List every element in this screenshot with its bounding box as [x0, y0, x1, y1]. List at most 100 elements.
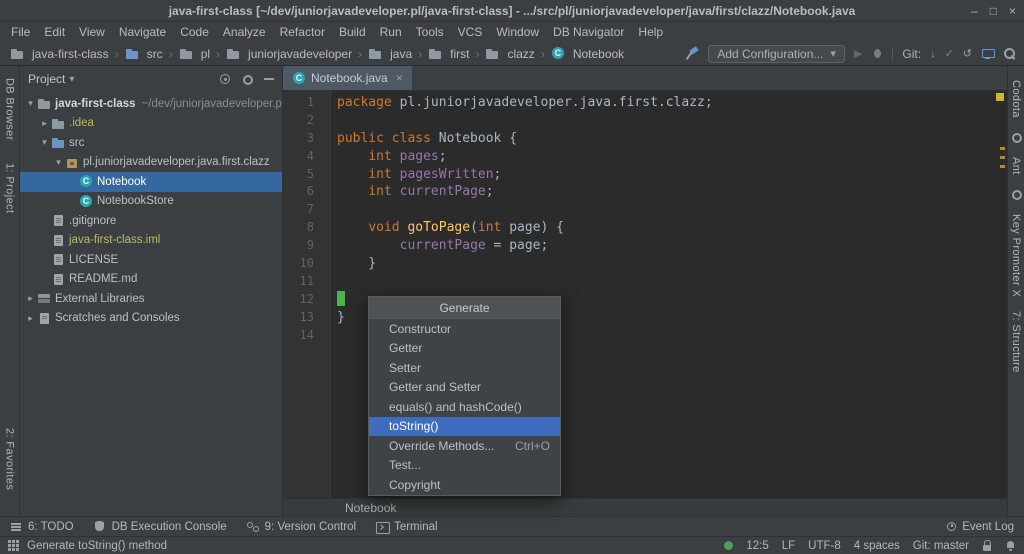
- menu-item-refactor[interactable]: Refactor: [273, 25, 332, 39]
- minimize-icon[interactable]: –: [971, 4, 978, 18]
- code-line[interactable]: currentPage = page;: [337, 237, 1007, 255]
- code-line[interactable]: public class Notebook {: [337, 130, 1007, 148]
- tree-item-gitignore[interactable]: .gitignore: [20, 211, 282, 231]
- line-number[interactable]: 10: [283, 255, 330, 273]
- line-number[interactable]: 4: [283, 148, 330, 166]
- line-number[interactable]: 5: [283, 166, 330, 184]
- warning-stripe-mark[interactable]: [1000, 147, 1005, 150]
- tree-toggle-icon[interactable]: ▾: [52, 157, 65, 168]
- menu-item-build[interactable]: Build: [332, 25, 373, 39]
- tree-item-notebook[interactable]: Notebook: [20, 172, 282, 192]
- popup-item-override-methods[interactable]: Override Methods...Ctrl+O: [369, 436, 560, 456]
- popup-item-copyright[interactable]: Copyright: [369, 475, 560, 495]
- code-line[interactable]: [337, 201, 1007, 219]
- menu-item-navigate[interactable]: Navigate: [112, 25, 173, 39]
- line-number[interactable]: 11: [283, 273, 330, 291]
- code-line[interactable]: int currentPage;: [337, 183, 1007, 201]
- line-number[interactable]: 14: [283, 327, 330, 345]
- menu-item-help[interactable]: Help: [631, 25, 670, 39]
- vcs-update-icon[interactable]: ↓: [930, 48, 936, 60]
- breadcrumb-item-notebook[interactable]: Notebook: [549, 47, 626, 61]
- line-number[interactable]: 8: [283, 219, 330, 237]
- tree-item-readme-md[interactable]: README.md: [20, 270, 282, 290]
- tool-button-ant[interactable]: Ant: [1010, 157, 1022, 175]
- code-line[interactable]: void goToPage(int page) {: [337, 219, 1007, 237]
- run-configurations-select[interactable]: Add Configuration... ▾: [708, 45, 845, 63]
- tool-button-2-favorites[interactable]: 2: Favorites: [4, 428, 16, 490]
- menu-item-edit[interactable]: Edit: [37, 25, 72, 39]
- tool-button-terminal[interactable]: Terminal: [376, 521, 437, 533]
- tool-button-7-structure[interactable]: 7: Structure: [1010, 311, 1022, 373]
- menu-item-code[interactable]: Code: [173, 25, 216, 39]
- tree-item-scratches-and-consoles[interactable]: ▸Scratches and Consoles: [20, 309, 282, 329]
- vcs-commit-icon[interactable]: ✓: [945, 47, 954, 60]
- build-icon[interactable]: [685, 47, 699, 60]
- line-number[interactable]: 3: [283, 130, 330, 148]
- menu-item-db-navigator[interactable]: DB Navigator: [546, 25, 631, 39]
- tree-item-license[interactable]: LICENSE: [20, 250, 282, 270]
- popup-item-setter[interactable]: Setter: [369, 358, 560, 378]
- breadcrumb-item-pl[interactable]: pl: [177, 47, 212, 61]
- popup-item-test[interactable]: Test...: [369, 456, 560, 476]
- warning-stripe-mark[interactable]: [1000, 156, 1005, 159]
- status-dot-icon[interactable]: [724, 541, 733, 550]
- breadcrumb-item-clazz[interactable]: clazz: [483, 47, 536, 61]
- popup-item-constructor[interactable]: Constructor: [369, 319, 560, 339]
- warning-stripe-mark[interactable]: [1000, 165, 1005, 168]
- breadcrumb-item-juniorjavadeveloper[interactable]: juniorjavadeveloper: [224, 47, 354, 61]
- lock-icon[interactable]: [982, 540, 992, 552]
- tree-toggle-icon[interactable]: ▾: [24, 98, 37, 109]
- tool-button-db-browser[interactable]: DB Browser: [4, 78, 16, 141]
- code-line[interactable]: [337, 112, 1007, 130]
- menu-item-window[interactable]: Window: [489, 25, 546, 39]
- changes-view-icon[interactable]: [981, 48, 994, 60]
- line-number[interactable]: 13: [283, 309, 330, 327]
- editor-tab-notebook-java[interactable]: Notebook.java ×: [283, 66, 412, 90]
- close-icon[interactable]: ×: [1009, 4, 1016, 18]
- code-line[interactable]: package pl.juniorjavadeveloper.java.firs…: [337, 94, 1007, 112]
- tree-item-java-first-class[interactable]: ▾java-first-class ~/dev/juniorjavadevelo…: [20, 94, 282, 114]
- tree-toggle-icon[interactable]: ▸: [24, 313, 37, 324]
- git-branch[interactable]: Git: master: [913, 540, 969, 552]
- tree-toggle-icon[interactable]: ▸: [24, 293, 37, 304]
- tree-item-java-first-class-iml[interactable]: java-first-class.iml: [20, 231, 282, 251]
- vcs-revert-icon[interactable]: ↺: [963, 47, 972, 60]
- line-number[interactable]: 12: [283, 291, 330, 309]
- code-line[interactable]: }: [337, 255, 1007, 273]
- search-everywhere-icon[interactable]: [1003, 47, 1016, 60]
- close-tab-icon[interactable]: ×: [396, 71, 403, 85]
- breadcrumb-item-first[interactable]: first: [426, 47, 471, 61]
- run-button[interactable]: ▶: [854, 47, 862, 60]
- breadcrumb-class[interactable]: Notebook: [345, 501, 396, 515]
- tool-button-codota[interactable]: Codota: [1010, 80, 1022, 118]
- code-line[interactable]: int pagesWritten;: [337, 166, 1007, 184]
- menu-item-analyze[interactable]: Analyze: [216, 25, 273, 39]
- code-line[interactable]: int pages;: [337, 148, 1007, 166]
- line-number[interactable]: 9: [283, 237, 330, 255]
- maximize-icon[interactable]: □: [990, 4, 997, 18]
- line-number[interactable]: 7: [283, 201, 330, 219]
- breadcrumb-item-java-first-class[interactable]: java-first-class: [8, 47, 111, 61]
- popup-item-equals-and-hashcode[interactable]: equals() and hashCode(): [369, 397, 560, 417]
- breadcrumb-item-src[interactable]: src: [123, 47, 165, 61]
- tree-item-notebookstore[interactable]: NotebookStore: [20, 192, 282, 212]
- line-number[interactable]: 6: [283, 183, 330, 201]
- tool-button-db-execution-console[interactable]: DB Execution Console: [94, 521, 227, 533]
- menu-item-vcs[interactable]: VCS: [451, 25, 490, 39]
- line-separator[interactable]: LF: [782, 540, 795, 552]
- menu-item-view[interactable]: View: [72, 25, 112, 39]
- tree-item-pl-juniorjavadeveloper-java-first-clazz[interactable]: ▾pl.juniorjavadeveloper.java.first.clazz: [20, 153, 282, 173]
- tree-item-external-libraries[interactable]: ▸External Libraries: [20, 289, 282, 309]
- project-panel-title[interactable]: Project: [28, 72, 65, 86]
- gear-icon[interactable]: [242, 74, 253, 85]
- toolwindow-quick-access-icon[interactable]: [8, 540, 19, 551]
- tree-toggle-icon[interactable]: ▾: [38, 137, 51, 148]
- tool-button-9-version-control[interactable]: 9: Version Control: [247, 521, 356, 533]
- file-encoding[interactable]: UTF-8: [808, 540, 841, 552]
- event-log-button[interactable]: Event Log: [946, 521, 1014, 533]
- line-number[interactable]: 1: [283, 94, 330, 112]
- tool-button-1-project[interactable]: 1: Project: [4, 163, 16, 213]
- tree-item-idea[interactable]: ▸.idea: [20, 114, 282, 134]
- tree-item-src[interactable]: ▾src: [20, 133, 282, 153]
- breadcrumb-item-java[interactable]: java: [366, 47, 414, 61]
